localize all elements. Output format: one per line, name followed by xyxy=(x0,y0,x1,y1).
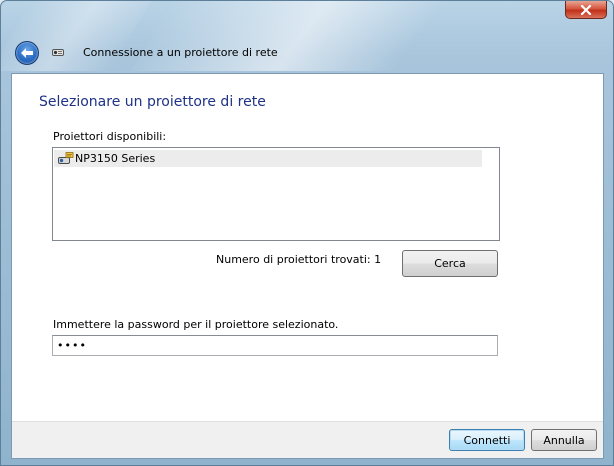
available-projectors-label: Proiettori disponibili: xyxy=(53,130,167,143)
cancel-button[interactable]: Annulla xyxy=(531,429,597,451)
projector-name: NP3150 Series xyxy=(75,152,156,165)
search-button[interactable]: Cerca xyxy=(402,250,498,277)
list-item[interactable]: NP3150 Series xyxy=(54,150,482,167)
window-frame: Connessione a un proiettore di rete Sele… xyxy=(0,0,614,466)
projector-count-text: Numero di proiettori trovati: 1 xyxy=(216,253,382,266)
projector-list[interactable]: NP3150 Series xyxy=(52,147,500,241)
page-heading: Selezionare un proiettore di rete xyxy=(39,94,266,110)
close-button[interactable] xyxy=(565,1,607,19)
glass-reflection xyxy=(130,1,552,71)
network-projector-wizard-icon xyxy=(52,49,64,56)
wizard-content: Selezionare un proiettore di rete Proiet… xyxy=(11,73,604,459)
password-field[interactable]: •••• xyxy=(52,335,498,356)
window-title: Connessione a un proiettore di rete xyxy=(83,46,278,59)
password-label: Immettere la password per il proiettore … xyxy=(53,318,339,331)
close-icon xyxy=(580,4,592,15)
connect-button[interactable]: Connetti xyxy=(449,429,525,451)
button-bar: Connetti Annulla xyxy=(12,421,603,458)
back-button[interactable] xyxy=(15,41,39,65)
network-projector-icon xyxy=(58,151,74,164)
back-arrow-icon xyxy=(21,48,33,58)
